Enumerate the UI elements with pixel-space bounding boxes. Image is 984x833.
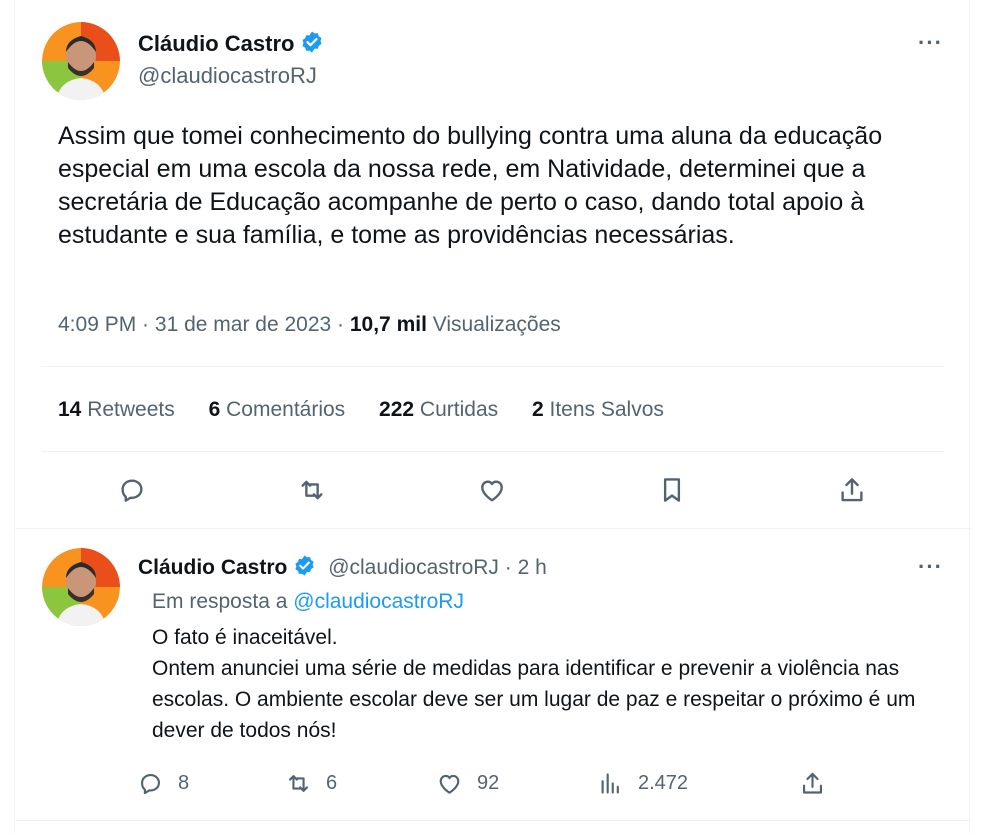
tweet-separator — [15, 528, 971, 529]
reply-text-paragraph: Ontem anunciei uma série de medidas para… — [152, 657, 916, 742]
tweet-separator — [15, 820, 971, 821]
divider — [42, 366, 944, 367]
likes-count: 222 — [379, 398, 415, 421]
tweet-date[interactable]: 31 de mar de 2023 — [155, 313, 331, 336]
reply-button[interactable]: 8 — [137, 770, 189, 797]
share-button[interactable] — [799, 770, 840, 797]
retweets-label: Retweets — [87, 398, 175, 421]
views-icon — [601, 773, 619, 794]
saved-stat[interactable]: 2 Itens Salvos — [532, 398, 664, 422]
more-icon[interactable]: ··· — [918, 30, 943, 56]
likes-stat[interactable]: 222 Curtidas — [379, 398, 498, 422]
reply-icon[interactable] — [112, 470, 152, 510]
reply-author-handle[interactable]: @claudiocastroRJ — [328, 556, 499, 579]
reply-text-line: O fato é inaceitável. — [152, 626, 338, 649]
author-handle[interactable]: @claudiocastroRJ — [138, 63, 317, 89]
reply-count: 8 — [178, 772, 190, 794]
views-count: 10,7 mil — [349, 313, 427, 336]
retweet-icon — [288, 775, 309, 792]
retweets-count: 14 — [58, 398, 82, 421]
likes-label: Curtidas — [419, 398, 499, 421]
comments-count: 6 — [208, 398, 221, 421]
reply-prefix: Em resposta a — [152, 590, 288, 613]
comments-label: Comentários — [226, 398, 346, 421]
share-icon[interactable] — [832, 470, 872, 510]
reply-author-avatar[interactable] — [42, 548, 120, 626]
retweets-stat[interactable]: 14 Retweets — [58, 398, 175, 422]
author-name-text[interactable]: Cláudio Castro — [138, 31, 294, 56]
share-icon — [802, 772, 823, 794]
views-label: Visualizações — [432, 313, 561, 336]
tweet-stats: 14 Retweets 6 Comentários 222 Curtidas 2… — [58, 398, 692, 422]
retweet-button[interactable]: 6 — [285, 770, 337, 797]
verified-badge-icon — [293, 554, 316, 583]
reply-to-link[interactable]: @claudiocastroRJ — [293, 590, 464, 613]
like-icon — [439, 774, 460, 794]
verified-badge-icon — [300, 30, 324, 60]
reply-time[interactable]: 2 h — [518, 556, 547, 579]
author-name[interactable]: Cláudio Castro — [138, 30, 324, 60]
divider — [42, 451, 944, 452]
reply-context: Em resposta a @claudiocastroRJ — [152, 590, 464, 614]
tweet-meta: 4:09 PM · 31 de mar de 2023 · 10,7 mil V… — [58, 313, 561, 336]
saved-label: Itens Salvos — [549, 398, 664, 421]
reply-icon — [140, 773, 161, 795]
tweet-text: Assim que tomei conhecimento do bullying… — [58, 122, 883, 249]
author-avatar[interactable] — [42, 22, 120, 100]
reply-text: O fato é inaceitável. Ontem anunciei uma… — [152, 622, 942, 746]
like-button[interactable]: 92 — [436, 770, 499, 797]
retweet-count: 6 — [326, 772, 338, 794]
like-count: 92 — [477, 772, 500, 794]
bookmark-icon[interactable] — [652, 470, 692, 510]
reply-author-name[interactable]: Cláudio Castro — [138, 556, 287, 579]
comments-stat[interactable]: 6 Comentários — [209, 398, 346, 422]
retweet-icon[interactable] — [292, 470, 332, 510]
views-count: 2.472 — [638, 772, 689, 794]
like-icon[interactable] — [472, 470, 512, 510]
timeline-frame: Cláudio Castro @claudiocastroRJ ··· Assi… — [14, 0, 971, 833]
tweet-time[interactable]: 4:09 PM — [58, 313, 136, 336]
more-icon[interactable]: ··· — [918, 554, 943, 580]
saved-count: 2 — [531, 398, 544, 421]
reply-header: Cláudio Castro @claudiocastroRJ · 2 h — [138, 554, 547, 583]
views-button[interactable]: 2.472 — [597, 770, 688, 797]
